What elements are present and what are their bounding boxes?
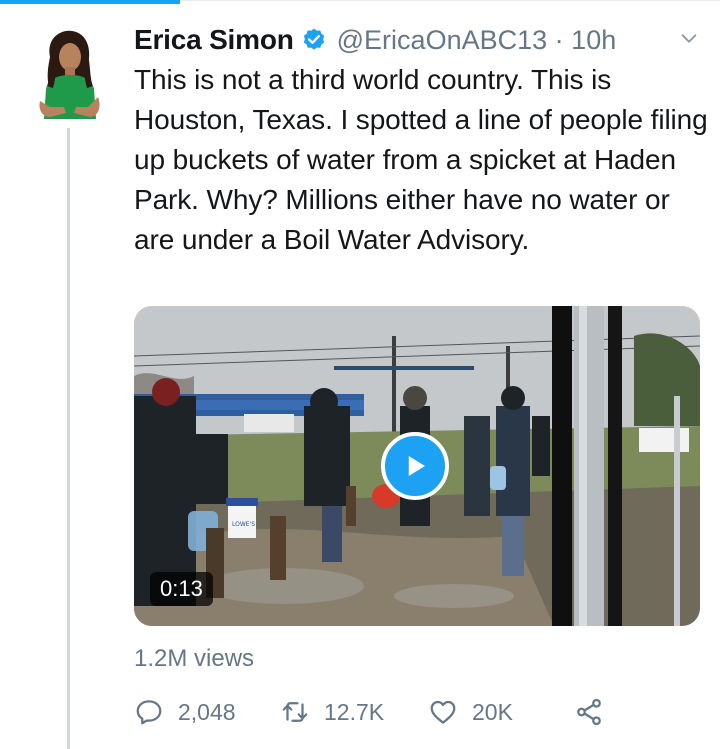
like-button[interactable]: 20K — [428, 692, 513, 732]
retweet-count: 12.7K — [324, 698, 385, 725]
reply-icon — [136, 700, 162, 725]
video-duration: 0:13 — [150, 572, 213, 606]
play-button[interactable] — [381, 432, 449, 500]
tweet-time[interactable]: 10h — [571, 25, 616, 55]
share-icon — [577, 698, 601, 726]
tweet-actions: 2,048 12.7K 20K — [134, 692, 614, 732]
share-button[interactable] — [574, 692, 604, 732]
video-player[interactable]: LOWE'S 0:13 — [134, 306, 700, 626]
author-handle[interactable]: @EricaOnABC13 · 10h — [337, 25, 617, 56]
heart-icon — [430, 700, 456, 724]
handle-text: @EricaOnABC13 — [336, 24, 548, 55]
top-accent-bar — [0, 0, 180, 4]
bucket-label: LOWE'S — [232, 521, 255, 528]
reply-count: 2,048 — [178, 698, 236, 725]
view-count: 1.2M views — [134, 645, 255, 672]
verified-badge-icon — [303, 28, 324, 50]
avatar[interactable] — [36, 27, 102, 119]
play-icon — [408, 456, 425, 476]
author-name[interactable]: Erica Simon — [134, 24, 294, 56]
thread-line — [67, 128, 70, 749]
retweet-icon — [282, 702, 308, 722]
reply-button[interactable]: 2,048 — [134, 692, 236, 732]
tweet-text: This is not a third world country. This … — [134, 64, 708, 255]
tweet-header: Erica Simon @EricaOnABC13 · 10h — [134, 18, 700, 62]
avatar-image — [39, 30, 100, 119]
retweet-button[interactable]: 12.7K — [280, 692, 384, 732]
separator-dot: · — [554, 24, 564, 55]
like-count: 20K — [472, 698, 513, 725]
top-divider — [180, 0, 720, 1]
chevron-down-icon[interactable] — [678, 28, 700, 50]
